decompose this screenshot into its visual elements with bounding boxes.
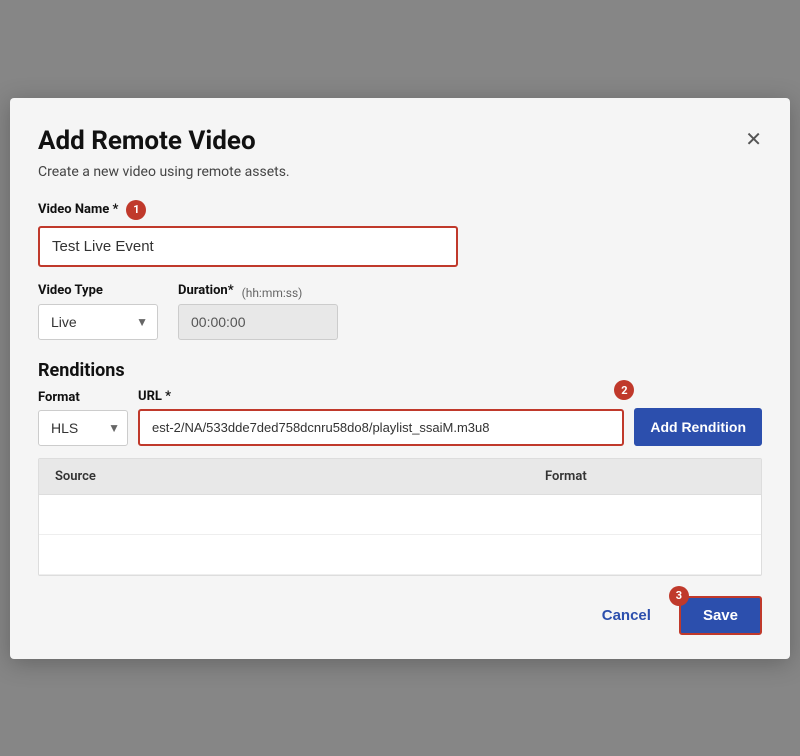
type-duration-row: Video Type Live VOD Remote ▼ Duration* (… [38,283,762,340]
modal-title: Add Remote Video [38,126,256,156]
video-type-group: Video Type Live VOD Remote ▼ [38,283,158,340]
url-field-group: 2 URL * [138,389,624,446]
video-name-section: Video Name * 1 [38,200,762,267]
modal-container: Add Remote Video ✕ Create a new video us… [10,98,790,659]
renditions-input-row: Format HLS MP4 DASH ▼ 2 UR [38,389,762,446]
duration-hint: (hh:mm:ss) [242,286,303,300]
duration-label: Duration* [178,283,234,298]
duration-label-row: Duration* (hh:mm:ss) [178,283,338,304]
format-select[interactable]: HLS MP4 DASH [38,410,128,446]
video-type-select-wrapper: Live VOD Remote ▼ [38,304,158,340]
add-rendition-button[interactable]: Add Rendition [634,408,762,446]
video-name-input[interactable] [38,226,458,267]
url-input[interactable] [138,409,624,446]
badge-2: 2 [614,380,634,400]
save-button[interactable]: Save [679,596,762,635]
renditions-table: Source Format [38,458,762,576]
table-row [39,495,761,535]
rendition-format-group: Format HLS MP4 DASH ▼ [38,390,128,446]
format-select-wrapper: HLS MP4 DASH ▼ [38,410,128,446]
video-name-label: Video Name * 1 [38,200,762,220]
url-col-label: URL * [138,389,624,404]
table-row [39,535,761,575]
badge-2-container: 2 [614,379,634,401]
modal-overlay: Add Remote Video ✕ Create a new video us… [0,0,800,756]
renditions-section: Renditions Format HLS MP4 DASH ▼ [38,360,762,576]
modal-header: Add Remote Video ✕ [38,126,762,156]
badge-1: 1 [126,200,146,220]
video-type-select[interactable]: Live VOD Remote [38,304,158,340]
source-column-header: Source [55,469,545,484]
badge-3: 3 [669,586,689,606]
format-column-header: Format [545,469,745,484]
duration-group: Duration* (hh:mm:ss) [178,283,338,340]
modal-footer: Cancel 3 Save [38,596,762,635]
table-body [39,495,761,575]
duration-input[interactable] [178,304,338,340]
video-type-label: Video Type [38,283,158,298]
save-badge-wrapper: 3 Save [679,596,762,635]
modal-subtitle: Create a new video using remote assets. [38,164,762,180]
close-button[interactable]: ✕ [745,130,762,150]
cancel-button[interactable]: Cancel [590,599,663,632]
table-header: Source Format [39,459,761,495]
format-col-label: Format [38,390,128,405]
renditions-title: Renditions [38,360,762,381]
